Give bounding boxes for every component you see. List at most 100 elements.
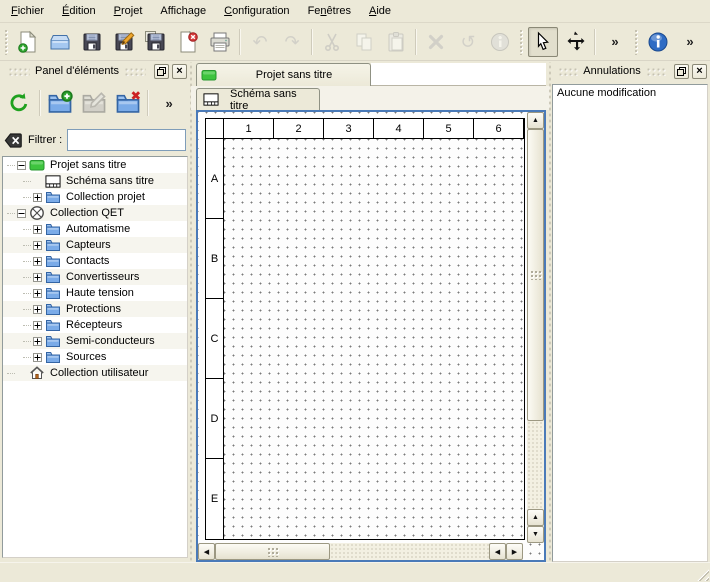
- object-info-button[interactable]: [485, 27, 515, 57]
- overflow-editing-button[interactable]: »: [600, 27, 630, 57]
- tree-item-recepteurs[interactable]: Récepteurs: [3, 317, 187, 333]
- clear-filter-button[interactable]: [4, 131, 23, 150]
- tree-item-label: Projet sans titre: [50, 159, 126, 171]
- toolbar-separator: [147, 90, 149, 116]
- expand-icon[interactable]: [33, 257, 42, 266]
- expand-icon[interactable]: [33, 273, 42, 282]
- select-mode-button[interactable]: [528, 27, 558, 57]
- undo-list-item[interactable]: Aucune modification: [557, 87, 703, 99]
- save-button[interactable]: [77, 27, 107, 57]
- redo-button[interactable]: ↷: [277, 27, 307, 57]
- tree-item-haute-tension[interactable]: Haute tension: [3, 285, 187, 301]
- scroll-left-icon[interactable]: ◀: [489, 543, 506, 560]
- open-document-button[interactable]: [45, 27, 75, 57]
- new-category-button[interactable]: [45, 87, 77, 119]
- tree-item-protections[interactable]: Protections: [3, 301, 187, 317]
- menu-projet[interactable]: Projet: [105, 2, 152, 21]
- collapse-icon[interactable]: [17, 161, 26, 170]
- close-icon[interactable]: ×: [692, 64, 707, 79]
- float-button[interactable]: [674, 64, 689, 79]
- filter-input[interactable]: [67, 129, 186, 151]
- menu-affichage[interactable]: Affichage: [151, 2, 215, 21]
- expand-icon[interactable]: [33, 337, 42, 346]
- tree-item-label: Capteurs: [66, 239, 111, 251]
- new-document-button[interactable]: [13, 27, 43, 57]
- menu-edition[interactable]: Édition: [53, 2, 105, 21]
- print-button[interactable]: [205, 27, 235, 57]
- expand-icon[interactable]: [33, 225, 42, 234]
- scroll-right-icon[interactable]: ▶: [506, 543, 523, 560]
- hscroll-track[interactable]: [330, 543, 489, 560]
- expand-icon[interactable]: [33, 321, 42, 330]
- menu-fichier-mn: F: [11, 5, 18, 17]
- toolbar-grip[interactable]: [519, 29, 524, 55]
- expand-icon[interactable]: [33, 289, 42, 298]
- tree-item-projet-sans-titre[interactable]: Projet sans titre: [3, 157, 187, 173]
- schema-canvas[interactable]: 123456ABCDE: [198, 112, 544, 560]
- panel-overflow-button[interactable]: »: [153, 87, 185, 119]
- tree-item-schema-sans-titre[interactable]: Schéma sans titre: [3, 173, 187, 189]
- float-button[interactable]: [154, 64, 169, 79]
- tree-item-convertisseurs[interactable]: Convertisseurs: [3, 269, 187, 285]
- expand-icon[interactable]: [33, 193, 42, 202]
- undo-history-list: Aucune modification: [552, 84, 708, 562]
- menu-configuration[interactable]: Configuration: [215, 2, 298, 21]
- vscroll-track[interactable]: [527, 421, 544, 509]
- tree-connector: [23, 245, 31, 246]
- left-splitter[interactable]: [188, 62, 194, 562]
- tree-item-semi-conducteurs[interactable]: Semi-conducteurs: [3, 333, 187, 349]
- close-icon[interactable]: ×: [172, 64, 187, 79]
- elements-panel-titlebar[interactable]: Panel d'éléments ×: [2, 62, 188, 80]
- toolbar-grip[interactable]: [634, 29, 639, 55]
- frame-row-header: B: [206, 219, 224, 299]
- scroll-down-icon[interactable]: ▼: [527, 526, 544, 543]
- close-document-button[interactable]: [173, 27, 203, 57]
- expand-icon[interactable]: [33, 241, 42, 250]
- folder-icon: [45, 269, 61, 285]
- about-qet-button[interactable]: [643, 27, 673, 57]
- hscroll-thumb[interactable]: [215, 543, 330, 560]
- frame-column-header: 2: [274, 119, 324, 139]
- resize-grip[interactable]: [694, 566, 709, 581]
- expand-icon[interactable]: [33, 353, 42, 362]
- tree-item-sources[interactable]: Sources: [3, 349, 187, 365]
- toolbar-grip[interactable]: [4, 29, 9, 55]
- edit-category-button[interactable]: [78, 87, 110, 119]
- tree-item-capteurs[interactable]: Capteurs: [3, 237, 187, 253]
- schema-tab-bar: Schéma sans titre: [191, 86, 550, 110]
- delete-button[interactable]: [421, 27, 451, 57]
- overflow-tools-button[interactable]: »: [675, 27, 705, 57]
- toolbar-separator: [594, 29, 596, 55]
- pan-mode-button[interactable]: [560, 27, 590, 57]
- save-all-button[interactable]: [141, 27, 171, 57]
- tree-item-contacts[interactable]: Contacts: [3, 253, 187, 269]
- menu-aide[interactable]: Aide: [360, 2, 400, 21]
- menu-affichage-pre: Afficha: [160, 5, 193, 17]
- tree-item-collection-qet[interactable]: Collection QET: [3, 205, 187, 221]
- tree-item-label: Collection utilisateur: [50, 367, 148, 379]
- menu-fichier[interactable]: Fichier: [2, 2, 53, 21]
- save-as-button[interactable]: [109, 27, 139, 57]
- paste-button[interactable]: [381, 27, 411, 57]
- collapse-icon[interactable]: [17, 209, 26, 218]
- cut-button[interactable]: [317, 27, 347, 57]
- expand-icon[interactable]: [33, 305, 42, 314]
- delete-category-button[interactable]: [112, 87, 144, 119]
- copy-button[interactable]: [349, 27, 379, 57]
- project-tab-bar: Projet sans titre: [191, 62, 550, 86]
- vscroll-thumb[interactable]: [527, 129, 544, 421]
- tree-item-collection-projet[interactable]: Collection projet: [3, 189, 187, 205]
- scroll-left-icon[interactable]: ◀: [198, 543, 215, 560]
- rotate-button[interactable]: ↺: [453, 27, 483, 57]
- reload-collections-button[interactable]: [3, 87, 35, 119]
- undo-button[interactable]: ↶: [245, 27, 275, 57]
- scroll-up-icon[interactable]: ▲: [527, 112, 544, 129]
- menu-fenetres[interactable]: Fenêtres: [299, 2, 360, 21]
- scroll-up-icon[interactable]: ▲: [527, 509, 544, 526]
- tab-schema[interactable]: Schéma sans titre: [196, 88, 320, 110]
- tree-item-automatisme[interactable]: Automatisme: [3, 221, 187, 237]
- tree-item-collection-utilisateur[interactable]: Collection utilisateur: [3, 365, 187, 381]
- tab-project[interactable]: Projet sans titre: [196, 63, 371, 86]
- menu-fenetres-pre: Fe: [308, 5, 321, 17]
- undo-dock-titlebar[interactable]: Annulations ×: [552, 62, 708, 80]
